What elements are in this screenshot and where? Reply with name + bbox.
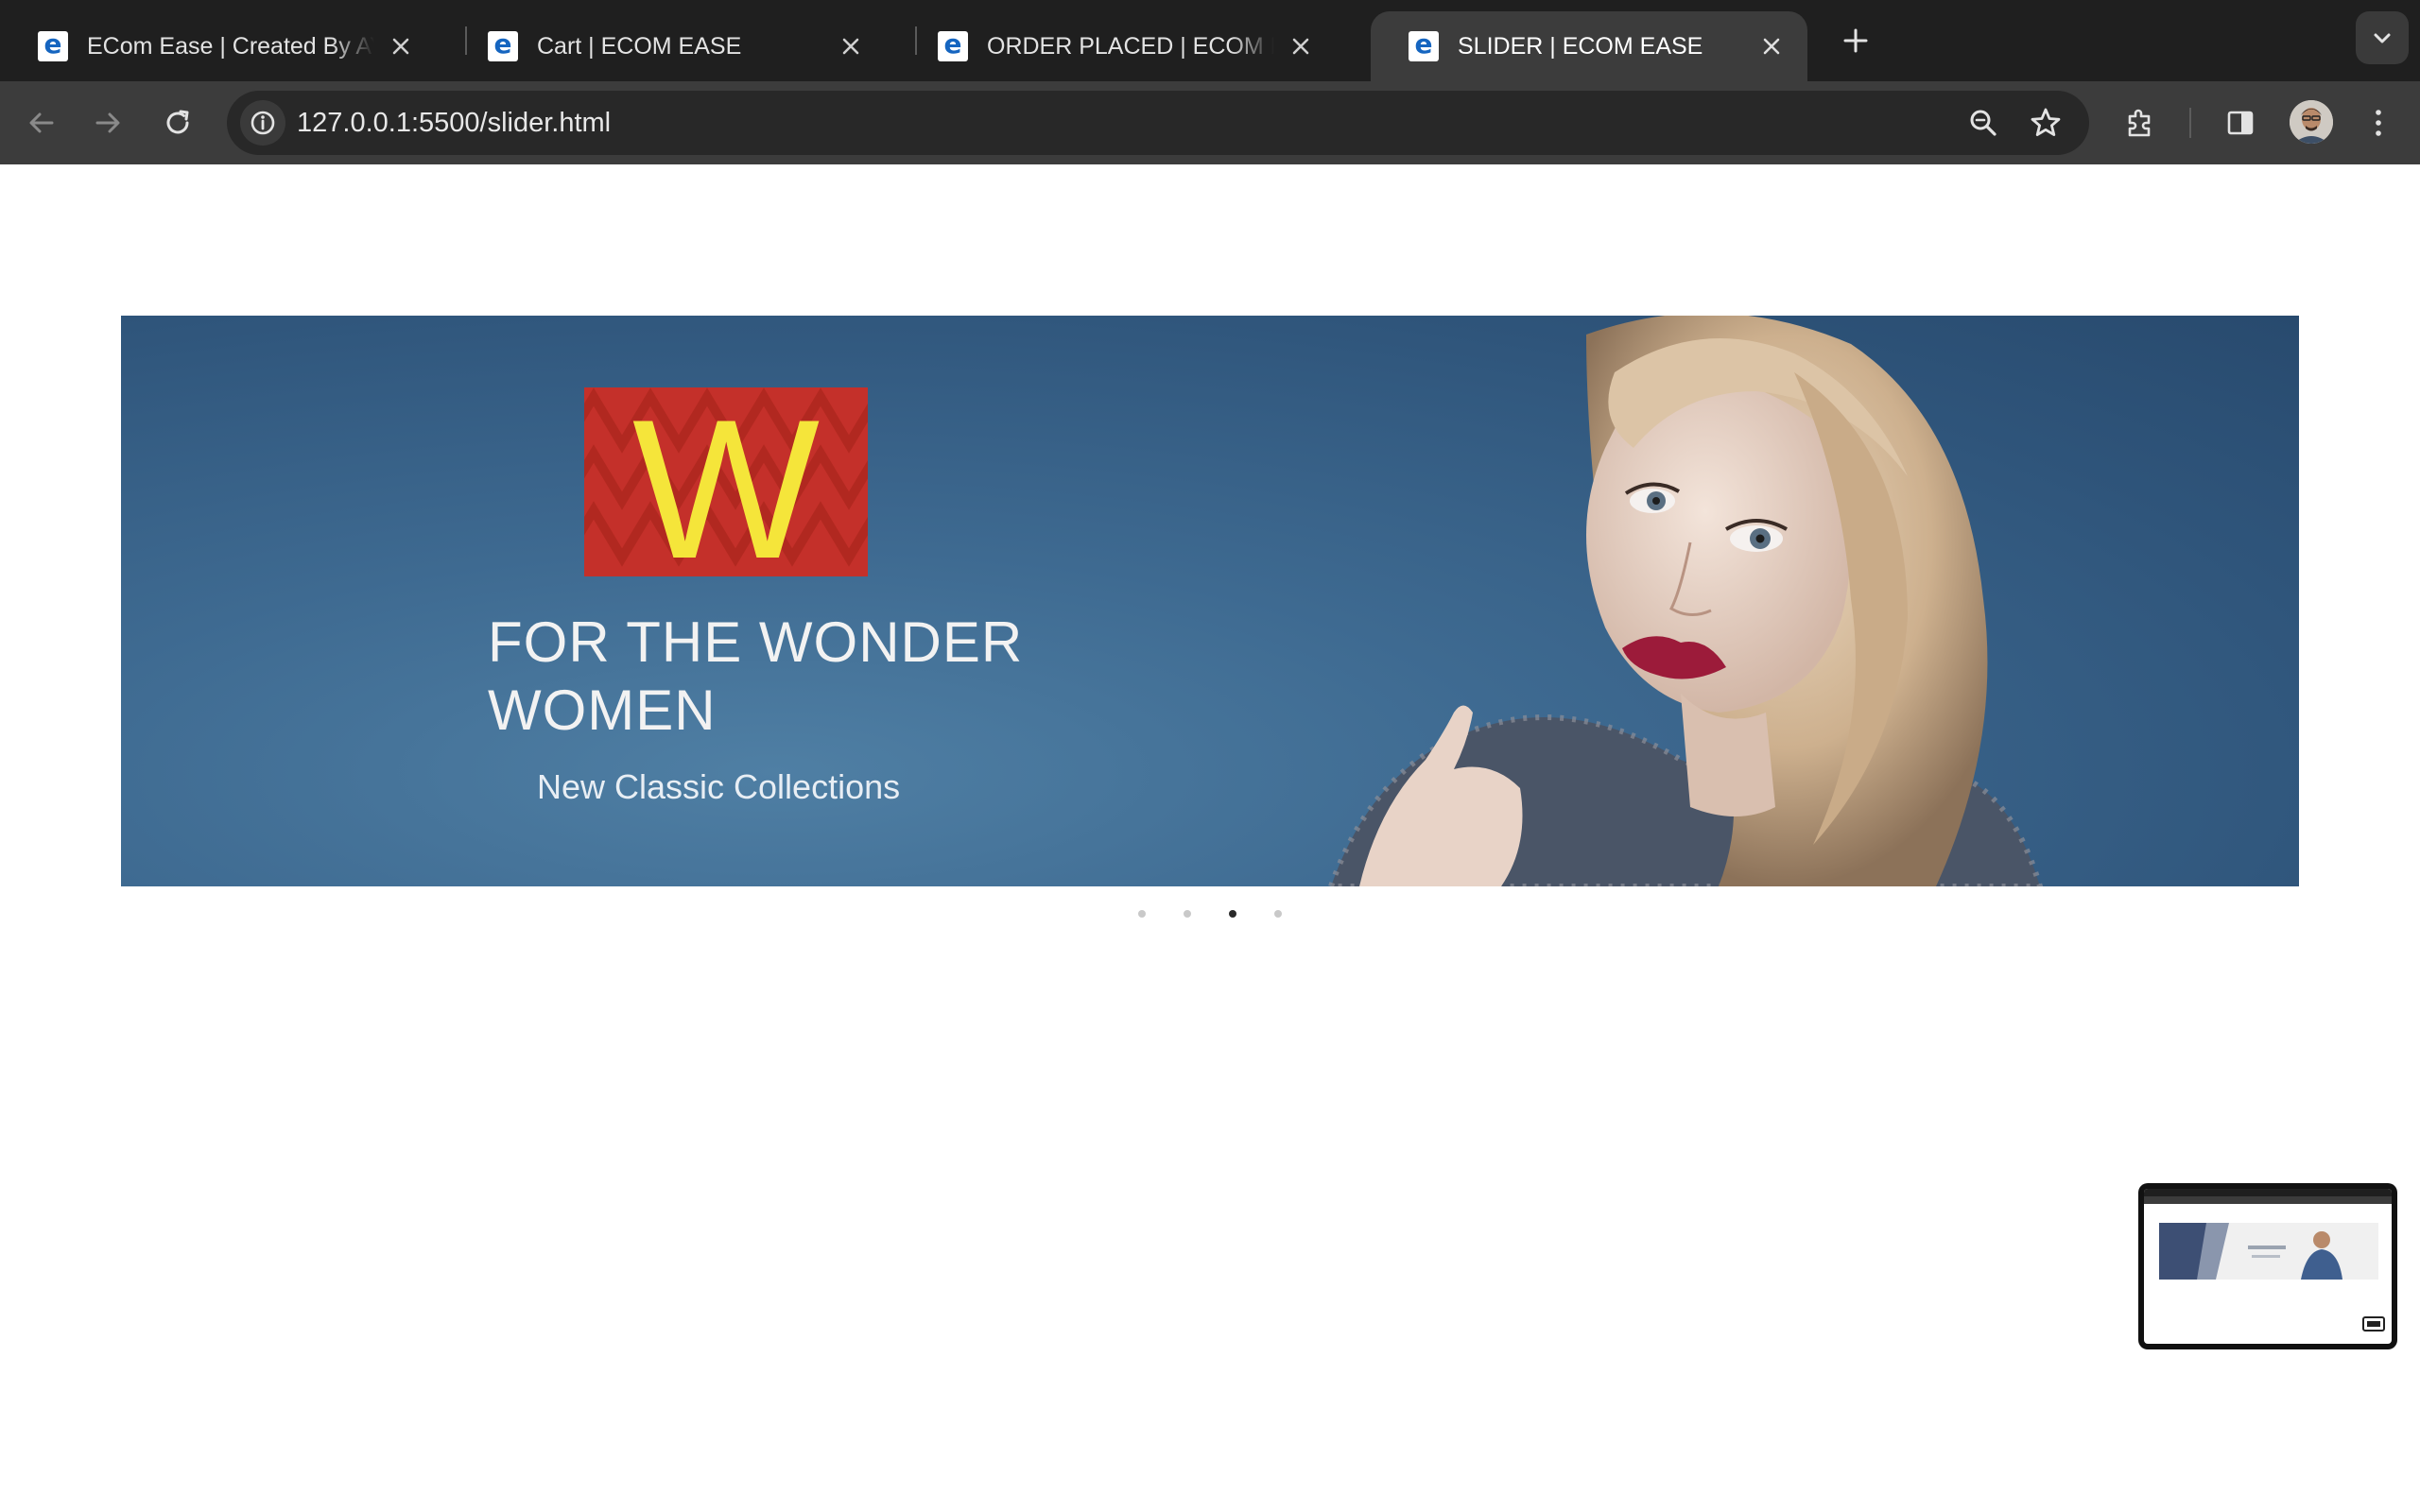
reload-icon [166,110,189,134]
side-panel-icon [2227,111,2254,135]
slide-heading: FOR THE WONDER WOMEN [488,610,1024,742]
zoom-button[interactable] [1961,100,2006,146]
zoom-icon [1970,110,1996,136]
slider-indicators [1131,907,1291,920]
url-text[interactable]: 127.0.0.1:5500/slider.html [297,91,611,155]
puzzle-icon [2128,109,2151,137]
ecom-ease-favicon-icon: e [938,31,968,61]
tab-cart[interactable]: e Cart | ECOM EASE [450,11,887,81]
tab-search-button[interactable] [2356,11,2409,64]
extensions-button[interactable] [2116,98,2165,147]
slide-dot-1[interactable] [1138,910,1146,918]
ecom-ease-favicon-icon: e [488,31,518,61]
preview-content [2144,1189,2392,1344]
tab-strip: e ECom Ease | Created By AYUSH e Cart | … [0,0,2420,81]
ecom-ease-favicon-icon: e [1409,31,1439,61]
tab-title: ECom Ease | Created By AYUSH [87,32,374,60]
browser-toolbar: 127.0.0.1:5500/slider.html [0,81,2420,164]
new-tab-button[interactable] [1832,17,1879,64]
toolbar-divider [2189,108,2191,138]
close-tab-icon[interactable] [1284,29,1318,63]
slide-subheading: New Classic Collections [537,767,901,806]
wonder-women-logo: W [584,387,868,576]
tab-order-placed[interactable]: e ORDER PLACED | ECOM EASE [900,11,1337,81]
side-panel-button[interactable] [2216,98,2265,147]
avatar-image [2290,100,2333,144]
arrow-left-icon [29,112,54,133]
address-bar[interactable]: 127.0.0.1:5500/slider.html [227,91,2089,155]
bookmark-button[interactable] [2023,100,2068,146]
tab-slider[interactable]: e SLIDER | ECOM EASE [1371,11,1807,81]
browser-menu-button[interactable] [2354,98,2403,147]
screenshot-preview-thumbnail[interactable] [2138,1183,2397,1349]
reload-button[interactable] [153,98,202,147]
close-tab-icon[interactable] [834,29,868,63]
star-icon [2031,108,2061,136]
info-icon [251,111,275,135]
ecom-ease-favicon-icon: e [38,31,68,61]
kebab-menu-icon [2376,110,2381,136]
arrow-right-icon [95,112,120,133]
site-info-button[interactable] [240,100,285,146]
preview-image [2144,1189,2392,1332]
close-tab-icon[interactable] [1754,29,1789,63]
slide-dot-3[interactable] [1229,910,1236,918]
model-photo-image [1327,316,2044,886]
profile-avatar[interactable] [2290,100,2333,144]
slide-dot-2[interactable] [1184,910,1191,918]
tab-title: ORDER PLACED | ECOM EASE [987,32,1274,60]
chevron-down-icon [2374,33,2391,43]
logo-pattern-icon: W [584,387,868,576]
hero-slider: W FOR THE WONDER WOMEN New Classic Colle… [121,316,2299,886]
slide-dot-4[interactable] [1274,910,1282,918]
plus-icon [1843,28,1868,53]
tab-ecom-ease-home[interactable]: e ECom Ease | Created By AYUSH [0,11,437,81]
back-button[interactable] [17,98,66,147]
tab-title: SLIDER | ECOM EASE [1458,32,1703,60]
tab-title: Cart | ECOM EASE [537,32,742,60]
logo-letter: W [632,387,820,576]
close-tab-icon[interactable] [384,29,418,63]
forward-button[interactable] [83,98,132,147]
